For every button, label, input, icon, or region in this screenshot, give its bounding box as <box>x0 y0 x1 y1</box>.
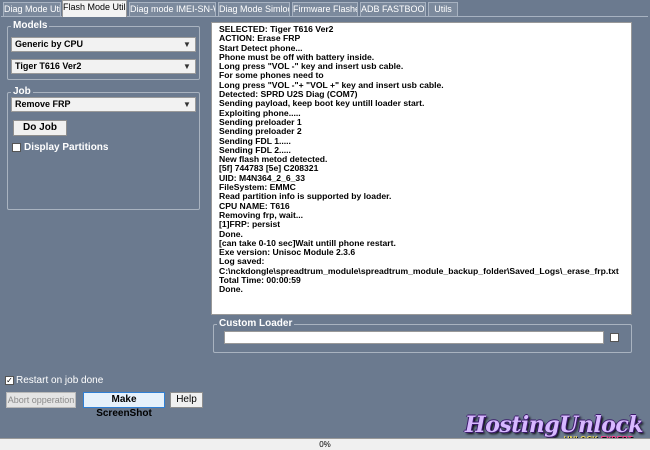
chevron-down-icon: ▼ <box>183 62 191 71</box>
log-line: Done. <box>219 284 243 295</box>
restart-label: Restart on job done <box>16 375 104 386</box>
tab-diag-mode-simlock[interactable]: Diag Mode Simlock <box>218 2 290 16</box>
tab-utils[interactable]: Utils <box>428 2 458 16</box>
tab-diag-mode-imei-sn-wifi[interactable]: Diag mode IMEI-SN-WIFI <box>129 2 216 16</box>
log-output[interactable]: SELECTED: Tiger T616 Ver2 ACTION: Erase F… <box>211 22 632 315</box>
model-select-value: Tiger T616 Ver2 <box>15 61 82 71</box>
tab-adb-fastboot[interactable]: ADB FASTBOOT <box>360 2 426 16</box>
chevron-down-icon: ▼ <box>183 40 191 49</box>
custom-loader-checkbox[interactable] <box>610 333 619 342</box>
display-partitions-checkbox[interactable] <box>12 143 21 152</box>
tab-bar: Diag Mode Utils Flash Mode Utils Diag mo… <box>0 0 650 17</box>
log-line: Total Time: 00:00:59 <box>219 275 301 286</box>
log-line: Exe version: Unisoc Module 2.3.6 <box>219 247 356 258</box>
restart-checkbox[interactable]: ✓ <box>5 376 14 385</box>
chevron-down-icon: ▼ <box>183 100 191 109</box>
make-screenshot-button[interactable]: Make ScreenShot <box>83 392 165 419</box>
display-partitions-label: Display Partitions <box>24 142 109 153</box>
job-select[interactable]: Remove FRP ▼ <box>11 97 196 112</box>
models-title: Models <box>11 20 50 31</box>
log-line: [1]FRP: persist <box>219 219 281 230</box>
tab-flash-mode-utils[interactable]: Flash Mode Utils <box>62 0 127 17</box>
do-job-button[interactable]: Do Job <box>13 120 67 136</box>
tab-firmware-flasher[interactable]: Firmware Flasher <box>292 2 358 16</box>
job-select-value: Remove FRP <box>15 99 71 109</box>
cpu-select-value: Generic by CPU <box>15 39 84 49</box>
help-button[interactable]: Help <box>170 392 203 408</box>
job-title: Job <box>11 86 33 97</box>
custom-loader-title: Custom Loader <box>217 318 295 329</box>
tab-diag-mode-utils[interactable]: Diag Mode Utils <box>3 2 61 16</box>
cpu-select[interactable]: Generic by CPU ▼ <box>11 37 196 52</box>
custom-loader-input[interactable] <box>224 331 604 344</box>
progress-bar: 0% <box>0 438 650 450</box>
model-select[interactable]: Tiger T616 Ver2 ▼ <box>11 59 196 74</box>
abort-button[interactable]: Abort opperation <box>6 392 76 408</box>
